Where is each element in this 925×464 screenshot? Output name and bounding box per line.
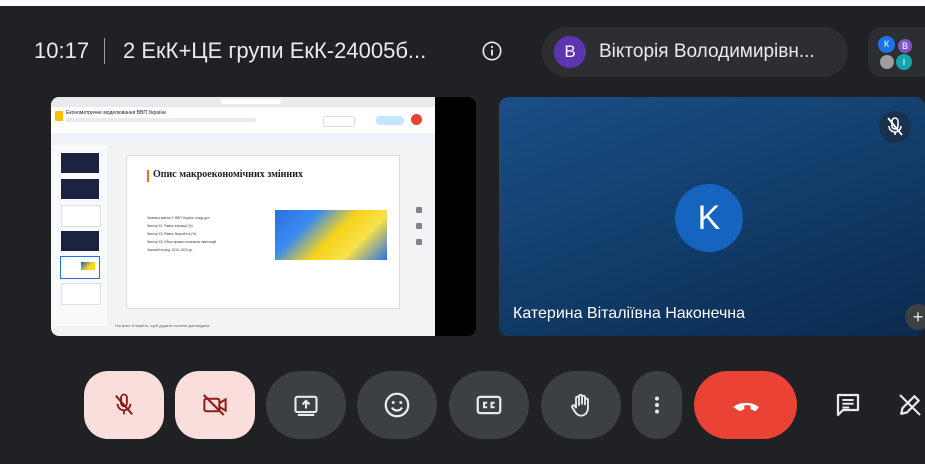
leave-call-button[interactable] — [694, 371, 797, 439]
slideshow-button — [323, 116, 355, 127]
captions-button[interactable] — [449, 371, 529, 439]
meeting-title: 2 ЕкК+ЦЕ групи ЕкК-24005б... — [123, 38, 427, 63]
active-speaker-chip[interactable]: В Вікторія Володимирівн... — [542, 27, 848, 77]
slides-toolbar — [55, 134, 431, 142]
speaker-avatar: В — [554, 36, 586, 68]
slide-thumbnail-selected — [60, 256, 100, 279]
reactions-button[interactable] — [357, 371, 437, 439]
add-icon[interactable]: + — [905, 304, 925, 330]
slides-logo-icon — [55, 111, 63, 121]
shared-screen-content: Економетричне моделювання ВВП України Оп… — [51, 97, 435, 336]
more-options-button[interactable] — [632, 371, 682, 439]
activities-button[interactable] — [895, 371, 925, 439]
bullet-text: Фактор X2: Рівень безробіття (%) — [147, 232, 197, 236]
participants-button[interactable]: К В І — [868, 27, 925, 77]
participant-tile[interactable]: K Катерина Віталіївна Наконечна — [499, 97, 925, 336]
present-now-button[interactable] — [266, 371, 346, 439]
presentation-title: Економетричне моделювання ВВП України — [66, 110, 166, 116]
slide-thumbnail — [61, 179, 99, 199]
chat-button[interactable] — [821, 371, 875, 439]
share-button — [376, 116, 404, 125]
title-accent — [147, 170, 149, 182]
slides-app-header: Економетричне моделювання ВВП України — [51, 107, 435, 133]
raise-hand-button[interactable] — [541, 371, 621, 439]
mic-off-icon — [879, 111, 911, 143]
participant-avatar: К — [878, 36, 895, 53]
present-icon — [294, 395, 318, 416]
participant-avatar-large: K — [675, 184, 743, 252]
participant-avatar: В — [898, 39, 912, 53]
slide-thumbnail — [61, 231, 99, 251]
slide-thumbnail — [61, 153, 99, 173]
hand-icon — [571, 393, 589, 417]
speaker-notes: Нотатки: Клацніть, щоб додати нотатки до… — [109, 321, 409, 331]
slide-thumbnail — [61, 205, 101, 227]
menu-bar — [66, 118, 256, 122]
bullet-text: Залежна змінна Y: ВВП України, млрд дол — [147, 216, 210, 220]
videocam-off-icon — [202, 394, 227, 416]
slide-bullets: Залежна змінна Y: ВВП України, млрд дол … — [147, 214, 265, 254]
slide-thumbnail — [61, 283, 101, 305]
account-icon — [411, 114, 422, 125]
pencil-icon — [899, 394, 921, 416]
side-panel — [408, 207, 430, 257]
cc-icon — [476, 395, 502, 415]
emoji-icon — [384, 392, 410, 418]
notes-text: Нотатки: Клацніть, щоб додати нотатки до… — [115, 323, 210, 328]
slide-title: Опис макроекономічних змінних — [153, 169, 303, 180]
call-end-icon — [732, 402, 759, 412]
bullet-text: Фактор X3: Обсяг прямих іноземних інвест… — [147, 240, 217, 244]
slide-canvas: Опис макроекономічних змінних Залежна зм… — [126, 155, 400, 309]
more-vert-icon — [655, 396, 659, 414]
participant-avatar: І — [896, 54, 912, 70]
participant-avatar — [880, 55, 894, 69]
bullet-text: Фактор X1: Рівень інфляції (%) — [147, 224, 193, 228]
speaker-name: Вікторія Володимирівн... — [599, 41, 815, 62]
camera-toggle-button[interactable] — [175, 371, 255, 439]
header-divider — [104, 38, 105, 64]
participant-name: Катерина Віталіївна Наконечна — [513, 305, 746, 322]
mic-off-icon — [115, 393, 133, 416]
microphone-toggle-button[interactable] — [84, 371, 164, 439]
bullet-text: Часовий період: 2010–2023 рр. — [147, 248, 194, 252]
chat-icon — [836, 393, 860, 417]
window-top-edge — [0, 0, 925, 6]
screen-share-tile[interactable]: Економетричне моделювання ВВП України Оп… — [51, 97, 476, 336]
flag-image — [275, 210, 387, 260]
slide-filmstrip — [51, 145, 107, 326]
meeting-clock: 10:17 — [34, 38, 90, 63]
info-icon[interactable] — [481, 40, 503, 62]
browser-address-bar — [221, 99, 281, 104]
